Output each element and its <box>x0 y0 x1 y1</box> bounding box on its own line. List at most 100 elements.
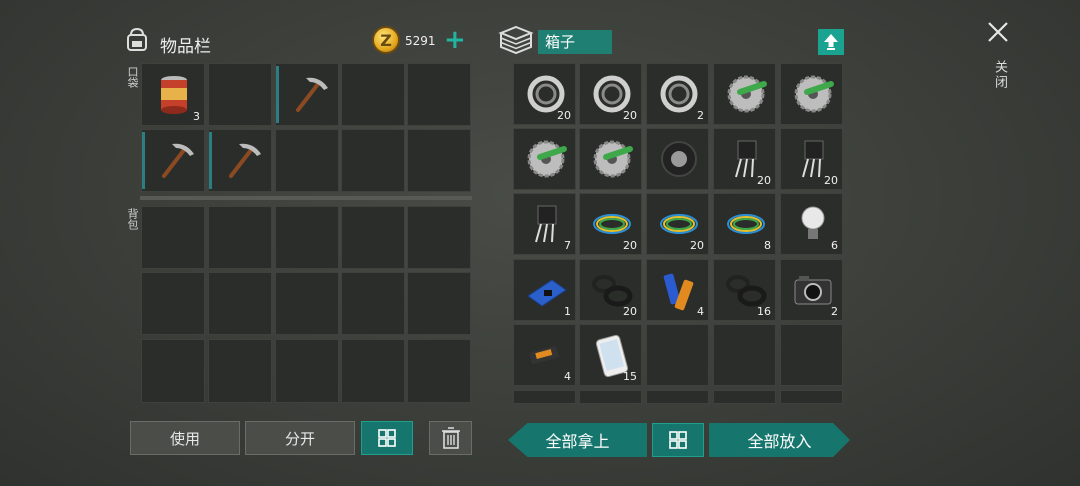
container-slot[interactable]: 20 <box>646 193 709 255</box>
item-count: 20 <box>557 109 571 122</box>
pickaxe-icon <box>229 143 261 178</box>
container-slot[interactable] <box>513 128 576 190</box>
backpack-slot[interactable] <box>341 272 405 335</box>
container-slot[interactable] <box>780 324 843 386</box>
wire-icon <box>727 214 765 234</box>
pocket-slot[interactable] <box>341 129 405 192</box>
section-divider <box>140 196 472 200</box>
delete-button[interactable] <box>429 421 472 455</box>
saw-blade-icon <box>727 75 767 113</box>
container-slot[interactable]: 2 <box>646 63 709 125</box>
grid-icon <box>669 431 687 449</box>
backpack-slot[interactable] <box>407 272 471 335</box>
coin-icon: Z <box>372 26 400 54</box>
container-slot[interactable]: 2 <box>780 259 843 321</box>
backpack-slot[interactable] <box>275 206 339 269</box>
backpack-slot[interactable] <box>141 206 205 269</box>
put-all-button[interactable]: 全部放入 <box>709 423 850 457</box>
container-slot[interactable]: 20 <box>513 63 576 125</box>
pickaxe-icon <box>162 143 194 178</box>
container-slot[interactable]: 20 <box>579 193 642 255</box>
pocket-slot[interactable]: 3 <box>141 63 205 126</box>
durability-bar <box>276 66 279 123</box>
container-slot[interactable]: 4 <box>646 259 709 321</box>
pocket-slot[interactable] <box>208 63 272 126</box>
container-slot[interactable] <box>780 390 843 404</box>
backpack-slot[interactable] <box>141 339 205 403</box>
container-slot[interactable]: 20 <box>579 63 642 125</box>
container-slot[interactable]: 20 <box>713 128 776 190</box>
use-button[interactable]: 使用 <box>130 421 240 455</box>
backpack-slot[interactable] <box>275 339 339 403</box>
left-sort-button[interactable] <box>361 421 413 455</box>
transistor-icon <box>535 205 557 243</box>
container-slot[interactable]: 4 <box>513 324 576 386</box>
container-slot[interactable]: 1 <box>513 259 576 321</box>
backpack-slot[interactable] <box>341 206 405 269</box>
pocket-slot[interactable] <box>407 63 471 126</box>
backpack-slot[interactable] <box>407 206 471 269</box>
backpack-slot[interactable] <box>208 339 272 403</box>
item-count: 7 <box>564 239 571 252</box>
container-slot[interactable]: 20 <box>780 128 843 190</box>
backpack-icon <box>127 27 147 51</box>
sort-up-button[interactable] <box>818 29 844 55</box>
container-slot[interactable] <box>713 63 776 125</box>
container-slot[interactable]: 15 <box>579 324 642 386</box>
durability-bar <box>142 132 145 189</box>
backpack-slot[interactable] <box>341 339 405 403</box>
item-count: 4 <box>697 305 704 318</box>
container-slot[interactable]: 16 <box>713 259 776 321</box>
add-coins-button[interactable]: + <box>444 27 466 53</box>
item-count: 2 <box>831 305 838 318</box>
container-slot[interactable] <box>780 63 843 125</box>
pocket-slot[interactable] <box>275 129 339 192</box>
backpack-slot[interactable] <box>208 206 272 269</box>
pocket-slot[interactable] <box>141 129 205 192</box>
container-slot[interactable]: 20 <box>579 259 642 321</box>
container-slot[interactable] <box>646 390 709 404</box>
container-slot[interactable] <box>579 128 642 190</box>
pocket-slot[interactable] <box>407 129 471 192</box>
item-count: 20 <box>623 109 637 122</box>
trash-icon <box>441 427 460 449</box>
pocket-slot[interactable] <box>341 63 405 126</box>
container-slot[interactable] <box>646 324 709 386</box>
container-slot[interactable] <box>579 390 642 404</box>
split-button[interactable]: 分开 <box>245 421 355 455</box>
item-count: 6 <box>831 239 838 252</box>
item-count: 15 <box>623 370 637 383</box>
battery-icon <box>663 273 694 311</box>
pocket-slot[interactable] <box>275 63 339 126</box>
container-slot[interactable]: 7 <box>513 193 576 255</box>
item-count: 3 <box>193 110 200 123</box>
item-count: 4 <box>564 370 571 383</box>
container-box-icon <box>498 25 534 55</box>
close-label[interactable]: 关闭 <box>990 60 1009 90</box>
backpack-slot[interactable] <box>141 272 205 335</box>
container-slot[interactable] <box>513 390 576 404</box>
container-slot[interactable]: 6 <box>780 193 843 255</box>
item-count: 20 <box>757 174 771 187</box>
container-name: 箱子 <box>538 30 612 54</box>
item-count: 1 <box>564 305 571 318</box>
right-sort-button[interactable] <box>652 423 704 457</box>
grid-icon <box>378 429 396 447</box>
backpack-slot[interactable] <box>407 339 471 403</box>
container-slot[interactable] <box>646 128 709 190</box>
backpack-slot[interactable] <box>208 272 272 335</box>
saw-blade-icon <box>527 140 567 178</box>
pocket-slot[interactable] <box>208 129 272 192</box>
saw-blade-icon <box>593 140 633 178</box>
container-slot[interactable] <box>713 324 776 386</box>
close-icon[interactable] <box>986 20 1010 44</box>
usb-drive-icon <box>529 346 559 364</box>
item-count: 16 <box>757 305 771 318</box>
take-all-button[interactable]: 全部拿上 <box>508 423 647 457</box>
container-slot[interactable]: 8 <box>713 193 776 255</box>
bearing-icon <box>660 75 698 113</box>
item-count: 20 <box>824 174 838 187</box>
camera-icon <box>794 276 832 305</box>
backpack-slot[interactable] <box>275 272 339 335</box>
container-slot[interactable] <box>713 390 776 404</box>
